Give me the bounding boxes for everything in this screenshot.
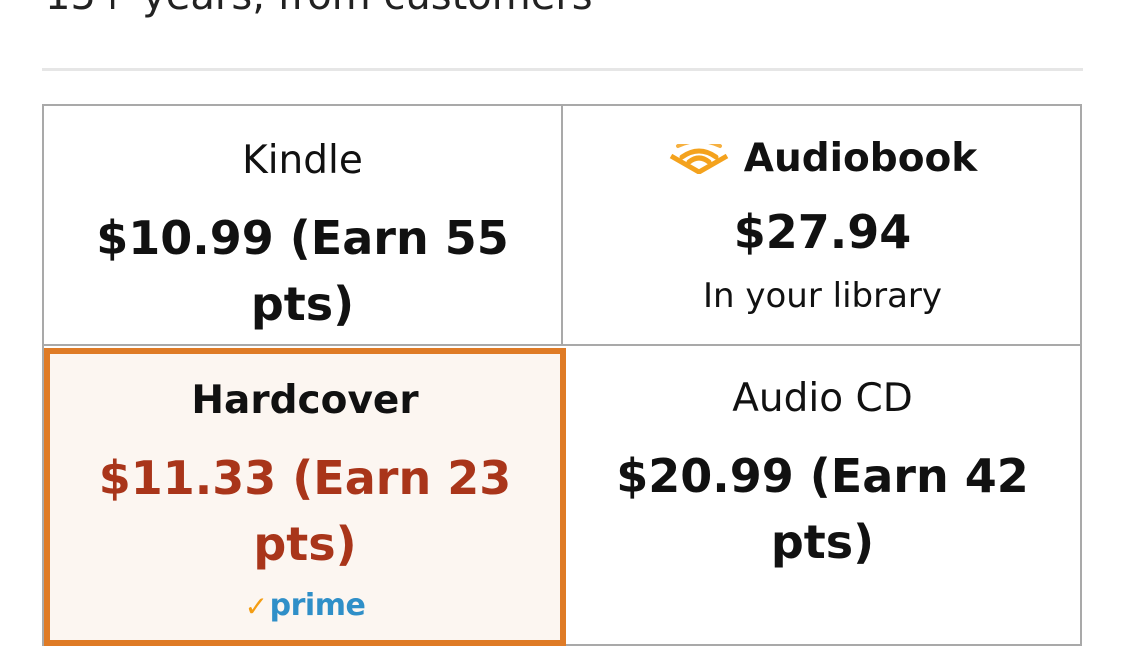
format-name-hardcover: Hardcover: [191, 378, 419, 423]
format-price-hardcover-line1: $11.33 (Earn 23: [98, 451, 512, 505]
format-option-kindle[interactable]: Kindle $10.99 (Earn 55 pts): [44, 106, 563, 346]
prime-check-icon: ✓: [244, 590, 268, 623]
format-price-kindle-line1: $10.99 (Earn 55: [96, 211, 509, 265]
format-name-audiobook: Audiobook: [743, 136, 978, 181]
format-status-audiobook: In your library: [702, 276, 943, 316]
format-name-kindle: Kindle: [242, 138, 363, 183]
format-name-audio-cd: Audio CD: [732, 376, 913, 421]
audible-icon: [669, 144, 729, 174]
format-options-grid: Kindle $10.99 (Earn 55 pts) Audiobook $2…: [42, 104, 1082, 646]
format-price-audio-cd-line1: $20.99 (Earn 42: [616, 449, 1029, 503]
partial-header-text: 15+ years, from customers: [45, 0, 593, 20]
format-price-audiobook: $27.94: [733, 205, 912, 259]
format-price-hardcover-line2: pts): [253, 517, 357, 571]
format-price-audio-cd-line2: pts): [770, 515, 875, 569]
prime-badge: ✓ prime: [245, 588, 366, 623]
section-divider: [42, 68, 1083, 71]
format-option-hardcover-selected[interactable]: Hardcover $11.33 (Earn 23 pts) ✓ prime: [44, 348, 566, 646]
format-option-audio-cd[interactable]: Audio CD $20.99 (Earn 42 pts): [563, 346, 1082, 644]
format-price-kindle-line2: pts): [250, 277, 355, 331]
prime-label: prime: [269, 588, 366, 623]
format-option-audiobook[interactable]: Audiobook $27.94 In your library: [563, 106, 1082, 346]
